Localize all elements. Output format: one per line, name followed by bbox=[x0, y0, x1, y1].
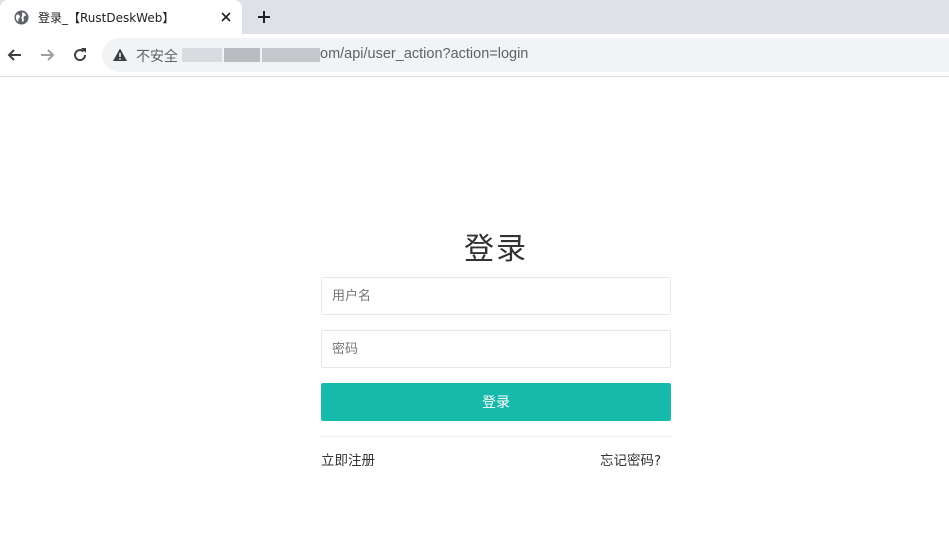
redacted-domain bbox=[182, 48, 222, 62]
address-bar[interactable]: 不安全 om/api/user_action?action=login bbox=[102, 38, 949, 72]
forgot-password-link[interactable]: 忘记密码? bbox=[600, 449, 661, 469]
password-input[interactable] bbox=[321, 330, 671, 368]
username-input[interactable] bbox=[321, 277, 671, 315]
url-text[interactable]: om/api/user_action?action=login bbox=[320, 46, 528, 62]
back-arrow-icon[interactable] bbox=[6, 46, 24, 64]
redacted-domain bbox=[224, 48, 260, 62]
tab-active[interactable]: 登录_【RustDeskWeb】 bbox=[0, 0, 242, 34]
register-link[interactable]: 立即注册 bbox=[321, 449, 375, 469]
redacted-domain bbox=[262, 48, 320, 62]
warning-icon[interactable] bbox=[112, 47, 128, 63]
page-title: 登录 bbox=[464, 232, 528, 267]
tab-strip: 登录_【RustDeskWeb】 bbox=[0, 0, 949, 34]
new-tab-icon[interactable] bbox=[256, 9, 272, 25]
globe-icon bbox=[14, 10, 29, 25]
forward-arrow-icon[interactable] bbox=[38, 46, 56, 64]
reload-icon[interactable] bbox=[71, 46, 89, 64]
browser-toolbar: 不安全 om/api/user_action?action=login bbox=[0, 34, 949, 77]
close-icon[interactable] bbox=[220, 11, 232, 23]
security-label[interactable]: 不安全 bbox=[136, 46, 178, 66]
login-button[interactable]: 登录 bbox=[321, 383, 671, 421]
tab-title: 登录_【RustDeskWeb】 bbox=[38, 11, 175, 25]
divider bbox=[321, 436, 671, 437]
